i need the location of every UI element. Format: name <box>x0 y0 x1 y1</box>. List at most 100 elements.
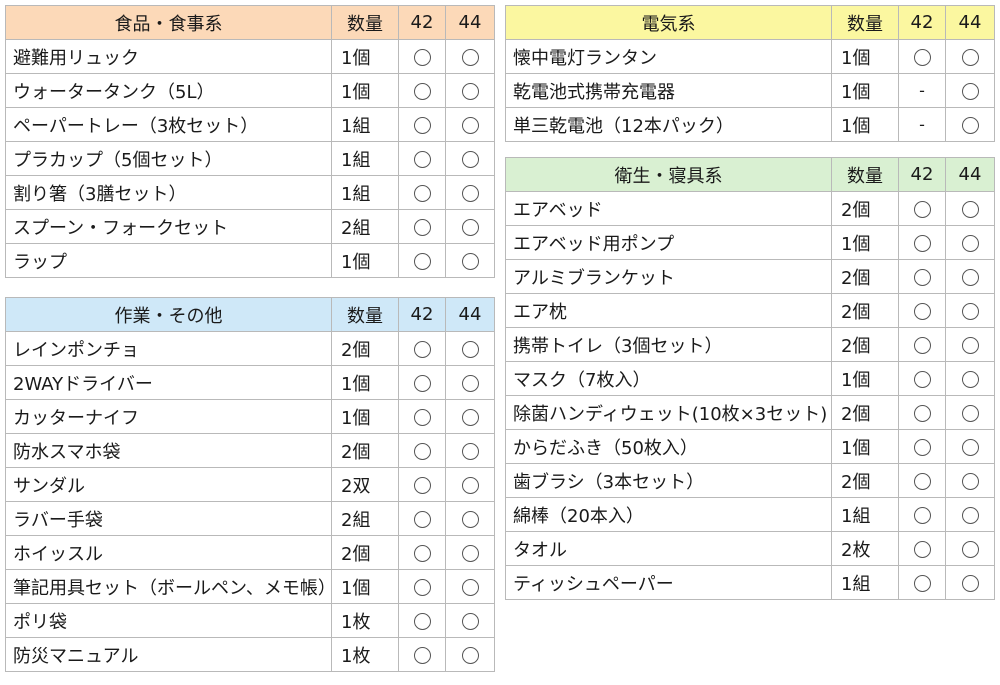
circle-mark-icon <box>913 438 931 456</box>
item-name: からだふき（50枚入） <box>505 429 832 464</box>
circle-mark-icon <box>461 184 479 202</box>
item-name: 避難用リュック <box>5 39 332 74</box>
hygiene-title: 衛生・寝具系 <box>505 157 832 192</box>
item-name: タオル <box>505 531 832 566</box>
item-name: 除菌ハンディウェット(10枚×3セット) <box>505 395 832 430</box>
table-row: アルミブランケット 2個 <box>505 259 995 294</box>
circle-mark-icon <box>413 150 431 168</box>
circle-mark-icon <box>413 48 431 66</box>
mark-44 <box>945 293 995 328</box>
item-quantity: 2双 <box>331 467 399 502</box>
mark-44 <box>945 565 995 600</box>
item-name: エアベッド <box>505 191 832 226</box>
table-row: 2WAYドライバー 1個 <box>5 365 495 400</box>
mark-42 <box>898 293 946 328</box>
circle-mark-icon <box>913 234 931 252</box>
item-name: ペーパートレー（3枚セット） <box>5 107 332 142</box>
item-quantity: 1個 <box>331 569 399 604</box>
mark-42 <box>898 429 946 464</box>
item-name: ティッシュペーパー <box>505 565 832 600</box>
mark-44 <box>445 535 495 570</box>
circle-mark-icon <box>413 82 431 100</box>
circle-mark-icon <box>413 408 431 426</box>
circle-mark-icon <box>961 506 979 524</box>
circle-mark-icon <box>961 472 979 490</box>
circle-mark-icon <box>913 370 931 388</box>
table-row: ラップ 1個 <box>5 243 495 278</box>
mark-44 <box>445 637 495 672</box>
item-name: ウォータータンク（5L） <box>5 73 332 108</box>
table-row: レインポンチョ 2個 <box>5 331 495 366</box>
mark-42 <box>398 243 446 278</box>
item-quantity: 1組 <box>331 175 399 210</box>
item-name: 割り箸（3膳セット） <box>5 175 332 210</box>
electric-table: 電気系 数量 42 44 懐中電灯ランタン 1個 乾電池式携帯充電器 1個 - 単三乾電池… <box>505 5 995 142</box>
item-name: 防水スマホ袋 <box>5 433 332 468</box>
mark-42 <box>398 365 446 400</box>
circle-mark-icon <box>461 544 479 562</box>
item-name: ポリ袋 <box>5 603 332 638</box>
circle-mark-icon <box>413 612 431 630</box>
electric-title: 電気系 <box>505 5 832 40</box>
circle-mark-icon <box>913 268 931 286</box>
circle-mark-icon <box>461 442 479 460</box>
dash-mark: - <box>919 115 925 134</box>
table-row: 歯ブラシ（3本セット） 2個 <box>505 463 995 498</box>
work-title: 作業・その他 <box>5 297 332 332</box>
circle-mark-icon <box>461 218 479 236</box>
col-44-header: 44 <box>445 5 495 40</box>
mark-42 <box>398 107 446 142</box>
circle-mark-icon <box>913 302 931 320</box>
table-row: ラバー手袋 2組 <box>5 501 495 536</box>
mark-42 <box>398 331 446 366</box>
mark-42 <box>898 463 946 498</box>
mark-42 <box>898 39 946 74</box>
mark-44 <box>945 497 995 532</box>
item-quantity: 2個 <box>831 395 899 430</box>
mark-44 <box>945 327 995 362</box>
mark-42 <box>398 637 446 672</box>
table-row: 乾電池式携帯充電器 1個 - <box>505 73 995 108</box>
circle-mark-icon <box>461 612 479 630</box>
mark-44 <box>445 331 495 366</box>
table-row: マスク（7枚入） 1個 <box>505 361 995 396</box>
table-row: 除菌ハンディウェット(10枚×3セット) 2個 <box>505 395 995 430</box>
circle-mark-icon <box>961 234 979 252</box>
mark-44 <box>945 39 995 74</box>
item-quantity: 2個 <box>831 191 899 226</box>
item-name: 防災マニュアル <box>5 637 332 672</box>
item-quantity: 2枚 <box>831 531 899 566</box>
circle-mark-icon <box>461 48 479 66</box>
item-name: 2WAYドライバー <box>5 365 332 400</box>
item-name: プラカップ（5個セット） <box>5 141 332 176</box>
item-quantity: 1個 <box>831 429 899 464</box>
table-row: エア枕 2個 <box>505 293 995 328</box>
table-row: 筆記用具セット（ボールペン、メモ帳） 1個 <box>5 569 495 604</box>
circle-mark-icon <box>913 540 931 558</box>
food-title: 食品・食事系 <box>5 5 332 40</box>
item-name: 乾電池式携帯充電器 <box>505 73 832 108</box>
circle-mark-icon <box>961 540 979 558</box>
mark-44 <box>945 531 995 566</box>
item-name: 筆記用具セット（ボールペン、メモ帳） <box>5 569 332 604</box>
mark-42: - <box>898 107 946 142</box>
circle-mark-icon <box>961 302 979 320</box>
circle-mark-icon <box>913 506 931 524</box>
mark-42 <box>398 433 446 468</box>
mark-44 <box>945 395 995 430</box>
mark-44 <box>945 429 995 464</box>
item-quantity: 1個 <box>331 39 399 74</box>
circle-mark-icon <box>961 268 979 286</box>
mark-42 <box>398 175 446 210</box>
mark-44 <box>445 175 495 210</box>
circle-mark-icon <box>461 510 479 528</box>
mark-44 <box>445 603 495 638</box>
qty-header: 数量 <box>831 5 899 40</box>
mark-44 <box>945 463 995 498</box>
item-name: サンダル <box>5 467 332 502</box>
col-42-header: 42 <box>398 5 446 40</box>
table-row: 防水スマホ袋 2個 <box>5 433 495 468</box>
item-quantity: 1組 <box>831 565 899 600</box>
circle-mark-icon <box>413 374 431 392</box>
mark-42 <box>398 73 446 108</box>
